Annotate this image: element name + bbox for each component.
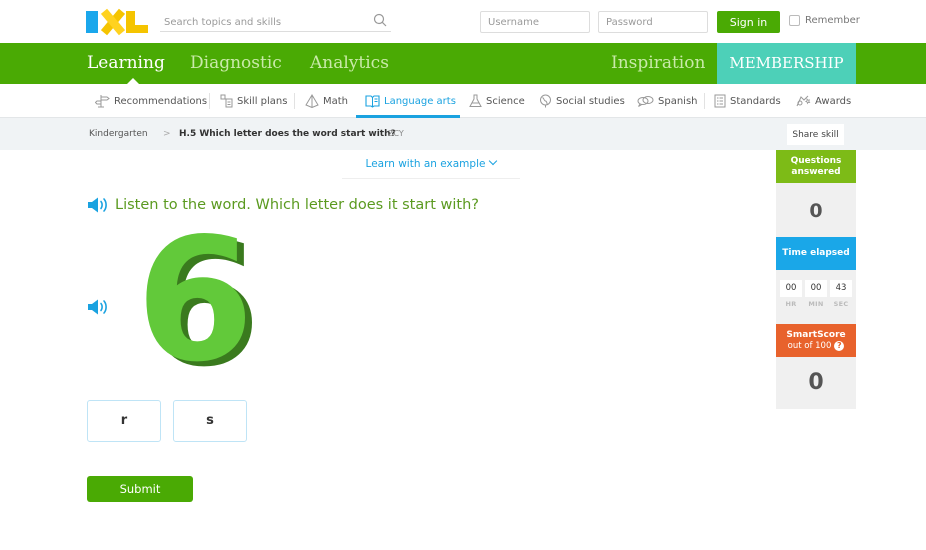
subnav-standards[interactable]: Standards <box>714 84 781 118</box>
subnav-spanish[interactable]: Spanish <box>637 84 698 118</box>
breadcrumb-grade[interactable]: Kindergarten <box>89 118 148 150</box>
smartscore-sub-label: out of 100 <box>787 340 832 351</box>
learn-with-example-label: Learn with an example <box>365 158 486 170</box>
search-icon[interactable] <box>373 13 387 27</box>
subnav-skill-plans[interactable]: Skill plans <box>220 84 287 118</box>
hours-label: HR <box>785 300 797 308</box>
subnav-awards[interactable]: Awards <box>795 84 851 118</box>
subnav-label: Skill plans <box>237 95 288 107</box>
time-elapsed-header: Time elapsed <box>776 237 856 270</box>
logo-letter-l <box>126 11 148 33</box>
skill-plan-icon <box>220 94 233 108</box>
awards-icon <box>796 95 811 107</box>
chevron-down-icon <box>489 156 498 166</box>
ixl-logo[interactable] <box>86 11 148 33</box>
divider <box>294 93 295 109</box>
search-box <box>160 10 391 34</box>
subnav-label: Standards <box>730 95 781 107</box>
search-input[interactable] <box>160 11 360 34</box>
flask-icon <box>469 94 482 107</box>
nav-analytics[interactable]: Analytics <box>310 43 389 84</box>
answer-choice[interactable]: s <box>173 400 247 442</box>
nav-inspiration[interactable]: Inspiration <box>611 43 705 84</box>
questions-answered-value: 0 <box>776 183 856 237</box>
list-icon <box>714 94 726 108</box>
nav-membership[interactable]: MEMBERSHIP <box>717 43 856 84</box>
pyramid-icon <box>305 94 319 108</box>
question-prompt: Listen to the word. Which letter does it… <box>87 196 479 214</box>
subnav-label: Math <box>323 95 349 107</box>
subnav-label: Recommendations <box>114 95 208 107</box>
time-seconds: 43 SEC <box>830 280 852 308</box>
learn-with-example-toggle[interactable]: Learn with an example <box>342 152 520 179</box>
submit-button[interactable]: Submit <box>87 476 193 502</box>
smartscore-header: SmartScore out of 100 ? <box>776 324 856 357</box>
answer-choice[interactable]: r <box>87 400 161 442</box>
time-elapsed-body: 00 HR 00 MIN 43 SEC <box>776 270 856 324</box>
logo-letter-i <box>86 11 98 33</box>
six-glyph: 6 <box>136 226 254 391</box>
time-elapsed-label: Time elapsed <box>782 248 850 258</box>
word-speaker-icon[interactable] <box>87 298 109 316</box>
remember-checkbox[interactable]: Remember <box>789 15 860 26</box>
globe-icon <box>540 94 551 108</box>
divider <box>209 93 210 109</box>
subject-nav: Recommendations Skill plans Math Languag… <box>0 84 926 118</box>
nav-diagnostic[interactable]: Diagnostic <box>190 43 282 84</box>
top-bar: Sign in Remember <box>0 0 926 43</box>
subnav-recommendations[interactable]: Recommendations <box>95 84 207 118</box>
logo-letter-x <box>100 11 126 33</box>
number-six-image: 6 6 <box>136 226 261 391</box>
password-input[interactable] <box>598 11 708 33</box>
smartscore-label: SmartScore <box>786 329 846 340</box>
questions-answered-label: Questions answered <box>790 155 842 177</box>
sign-in-button[interactable]: Sign in <box>717 11 780 33</box>
subnav-label: Social studies <box>556 95 625 107</box>
share-skill-button[interactable]: Share skill <box>787 124 844 145</box>
questions-answered-header: Questions answered <box>776 150 856 183</box>
speaker-icon[interactable] <box>87 196 109 214</box>
breadcrumb-separator-icon: > <box>163 129 171 139</box>
minutes-value: 00 <box>805 280 827 297</box>
subnav-label: Awards <box>815 95 852 107</box>
checkbox-icon[interactable] <box>789 15 800 26</box>
smartscore-value: 0 <box>776 357 856 409</box>
username-input[interactable] <box>480 11 590 33</box>
book-icon <box>365 95 380 108</box>
time-minutes: 00 MIN <box>805 280 827 308</box>
subnav-language-arts[interactable]: Language arts <box>365 84 456 118</box>
subnav-science[interactable]: Science <box>469 84 525 118</box>
main-nav: Learning Diagnostic Analytics Inspiratio… <box>0 43 926 84</box>
subnav-math[interactable]: Math <box>305 84 348 118</box>
skill-code: ZCY <box>388 129 404 138</box>
seconds-label: SEC <box>833 300 849 308</box>
time-hours: 00 HR <box>780 280 802 308</box>
subnav-label: Science <box>486 95 525 107</box>
signpost-icon <box>95 95 110 108</box>
minutes-label: MIN <box>808 300 824 308</box>
stats-panel: Questions answered 0 Time elapsed 00 HR … <box>776 150 856 409</box>
hours-value: 00 <box>780 280 802 297</box>
help-icon[interactable]: ? <box>834 341 845 351</box>
nav-learning[interactable]: Learning <box>87 43 165 84</box>
subnav-label: Language arts <box>384 95 456 107</box>
remember-label: Remember <box>805 15 860 26</box>
subnav-label: Spanish <box>658 95 698 107</box>
skill-title: H.5 Which letter does the word start wit… <box>179 129 396 139</box>
speech-bubbles-icon <box>637 96 654 107</box>
seconds-value: 43 <box>830 280 852 297</box>
smartscore-subtitle: out of 100 ? <box>776 341 856 352</box>
subnav-social-studies[interactable]: Social studies <box>539 84 625 118</box>
divider <box>704 93 705 109</box>
question-text: Listen to the word. Which letter does it… <box>115 197 479 213</box>
